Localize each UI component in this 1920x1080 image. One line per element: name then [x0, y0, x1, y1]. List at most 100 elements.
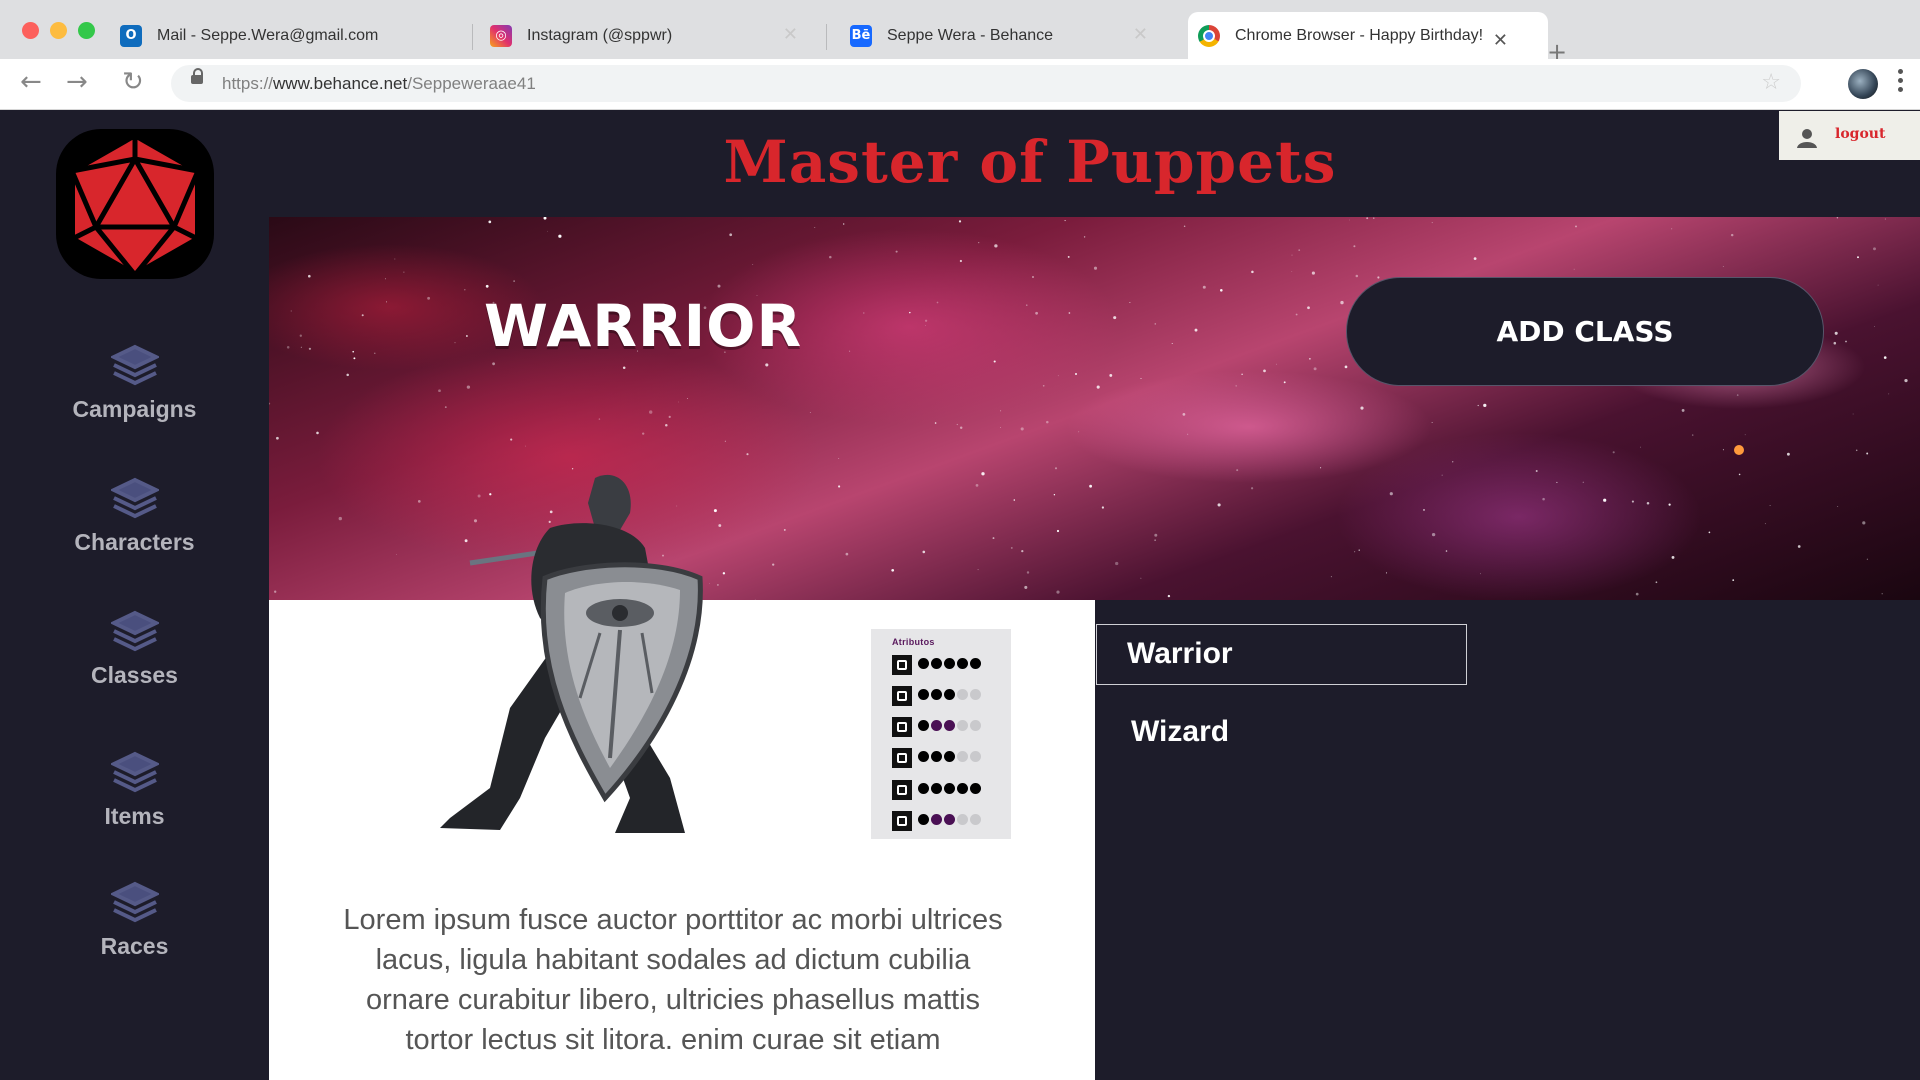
rating-dot	[918, 658, 929, 669]
class-description: Lorem ipsum fusce auctor porttitor ac mo…	[343, 904, 1003, 1056]
attribute-row	[892, 685, 983, 707]
instagram-icon: ◎	[490, 24, 512, 47]
nav-races[interactable]: Races	[0, 881, 269, 960]
outlook-icon: O	[120, 24, 142, 47]
rating-dot	[944, 783, 955, 794]
class-list-item-wizard[interactable]: Wizard	[1131, 715, 1229, 749]
nav-classes[interactable]: Classes	[0, 610, 269, 689]
rating-dot	[970, 751, 981, 762]
browser-tab-bar: O Mail - Seppe.Wera@gmail.com ◎ Instagra…	[0, 0, 1920, 66]
close-window-button[interactable]	[22, 22, 39, 39]
user-icon	[1797, 129, 1817, 148]
nav-characters[interactable]: Characters	[0, 477, 269, 556]
rating-dot	[944, 720, 955, 731]
nav-label: Campaigns	[72, 396, 197, 422]
attribute-icon-1	[892, 655, 912, 675]
rating-dot	[918, 783, 929, 794]
rating-dot	[931, 658, 942, 669]
rating-dot	[931, 689, 942, 700]
tab-title: Mail - Seppe.Wera@gmail.com	[157, 26, 379, 44]
attributes-panel: Atributos	[871, 629, 1011, 839]
maximize-window-button[interactable]	[78, 22, 95, 39]
add-class-button[interactable]: ADD CLASS	[1346, 277, 1824, 386]
attribute-icon-5	[892, 780, 912, 800]
lock-icon	[191, 68, 203, 84]
nav-label: Classes	[91, 662, 178, 688]
bookmark-star-icon[interactable]: ☆	[1761, 70, 1781, 95]
sidebar: Campaigns Characters Classes Items Races	[0, 110, 269, 1080]
rating-dot	[944, 751, 955, 762]
attribute-row	[892, 716, 983, 738]
layers-icon	[110, 610, 159, 652]
close-tab-icon[interactable]: ✕	[1133, 24, 1148, 45]
tab-title: Instagram (@sppwr)	[527, 26, 673, 44]
minimize-window-button[interactable]	[50, 22, 67, 39]
rating-dot	[957, 814, 968, 825]
browser-menu-icon[interactable]	[1898, 69, 1904, 96]
rating-dot	[970, 783, 981, 794]
rating-dot	[918, 814, 929, 825]
attribute-icon-4	[892, 748, 912, 768]
browser-tab-mail[interactable]: O Mail - Seppe.Wera@gmail.com	[120, 12, 470, 59]
rating-dot	[957, 783, 968, 794]
tab-title: Chrome Browser - Happy Birthday!	[1235, 26, 1484, 44]
rating-dot	[970, 814, 981, 825]
close-tab-icon[interactable]: ✕	[783, 24, 798, 45]
logout-button[interactable]: logout	[1779, 111, 1920, 160]
reload-icon[interactable]: ↻	[122, 67, 144, 97]
rating-dot	[944, 814, 955, 825]
rating-dot	[918, 751, 929, 762]
forward-arrow-icon[interactable]: →	[66, 67, 88, 97]
layers-icon	[110, 344, 159, 386]
attribute-icon-6	[892, 811, 912, 831]
rating-dot	[957, 751, 968, 762]
rating-dot	[931, 751, 942, 762]
logout-label: logout	[1835, 126, 1886, 142]
profile-avatar[interactable]	[1848, 69, 1878, 99]
browser-tab-behance[interactable]: Bē Seppe Wera - Behance ✕	[850, 12, 1170, 59]
attribute-row	[892, 810, 983, 832]
layers-icon	[110, 477, 159, 519]
attribute-icon-3	[892, 717, 912, 737]
nav-label: Races	[100, 933, 169, 959]
attribute-icon-2	[892, 686, 912, 706]
layers-icon	[110, 751, 159, 793]
rating-dot	[944, 658, 955, 669]
back-arrow-icon[interactable]: ←	[20, 67, 42, 97]
rating-dot	[931, 783, 942, 794]
close-tab-icon[interactable]: ✕	[1493, 30, 1508, 51]
attributes-heading: Atributos	[892, 637, 935, 647]
page-title: Master of Puppets	[723, 128, 1337, 196]
rating-dot	[918, 720, 929, 731]
attribute-row	[892, 779, 983, 801]
class-list-item-warrior[interactable]: Warrior	[1096, 624, 1467, 685]
layers-icon	[110, 881, 159, 923]
rating-dot	[931, 814, 942, 825]
warrior-illustration	[440, 474, 703, 833]
d20-logo[interactable]	[56, 129, 214, 279]
behance-icon: Bē	[850, 24, 872, 47]
rating-dot	[970, 658, 981, 669]
rating-dot	[957, 689, 968, 700]
rating-dot	[970, 689, 981, 700]
rating-dot	[918, 689, 929, 700]
rating-dot	[970, 720, 981, 731]
attribute-row	[892, 654, 983, 676]
url-text: https://www.behance.net/Seppeweraae41	[222, 74, 536, 93]
nav-label: Items	[104, 803, 165, 829]
class-heading: WARRIOR	[484, 292, 803, 360]
nav-label: Characters	[74, 529, 195, 555]
browser-toolbar: ← → ↻ https://www.behance.net/Seppeweraa…	[0, 59, 1920, 110]
rating-dot	[931, 720, 942, 731]
rating-dot	[957, 720, 968, 731]
nav-campaigns[interactable]: Campaigns	[0, 344, 269, 423]
attribute-row	[892, 747, 983, 769]
address-bar[interactable]: https://www.behance.net/Seppeweraae41 ☆	[171, 65, 1801, 102]
browser-tab-instagram[interactable]: ◎ Instagram (@sppwr) ✕	[490, 12, 820, 59]
nav-items[interactable]: Items	[0, 751, 269, 830]
rating-dot	[944, 689, 955, 700]
browser-tab-chrome[interactable]: Chrome Browser - Happy Birthday! ✕	[1188, 12, 1548, 59]
tab-title: Seppe Wera - Behance	[887, 26, 1054, 44]
chrome-icon	[1198, 24, 1220, 47]
rating-dot	[957, 658, 968, 669]
